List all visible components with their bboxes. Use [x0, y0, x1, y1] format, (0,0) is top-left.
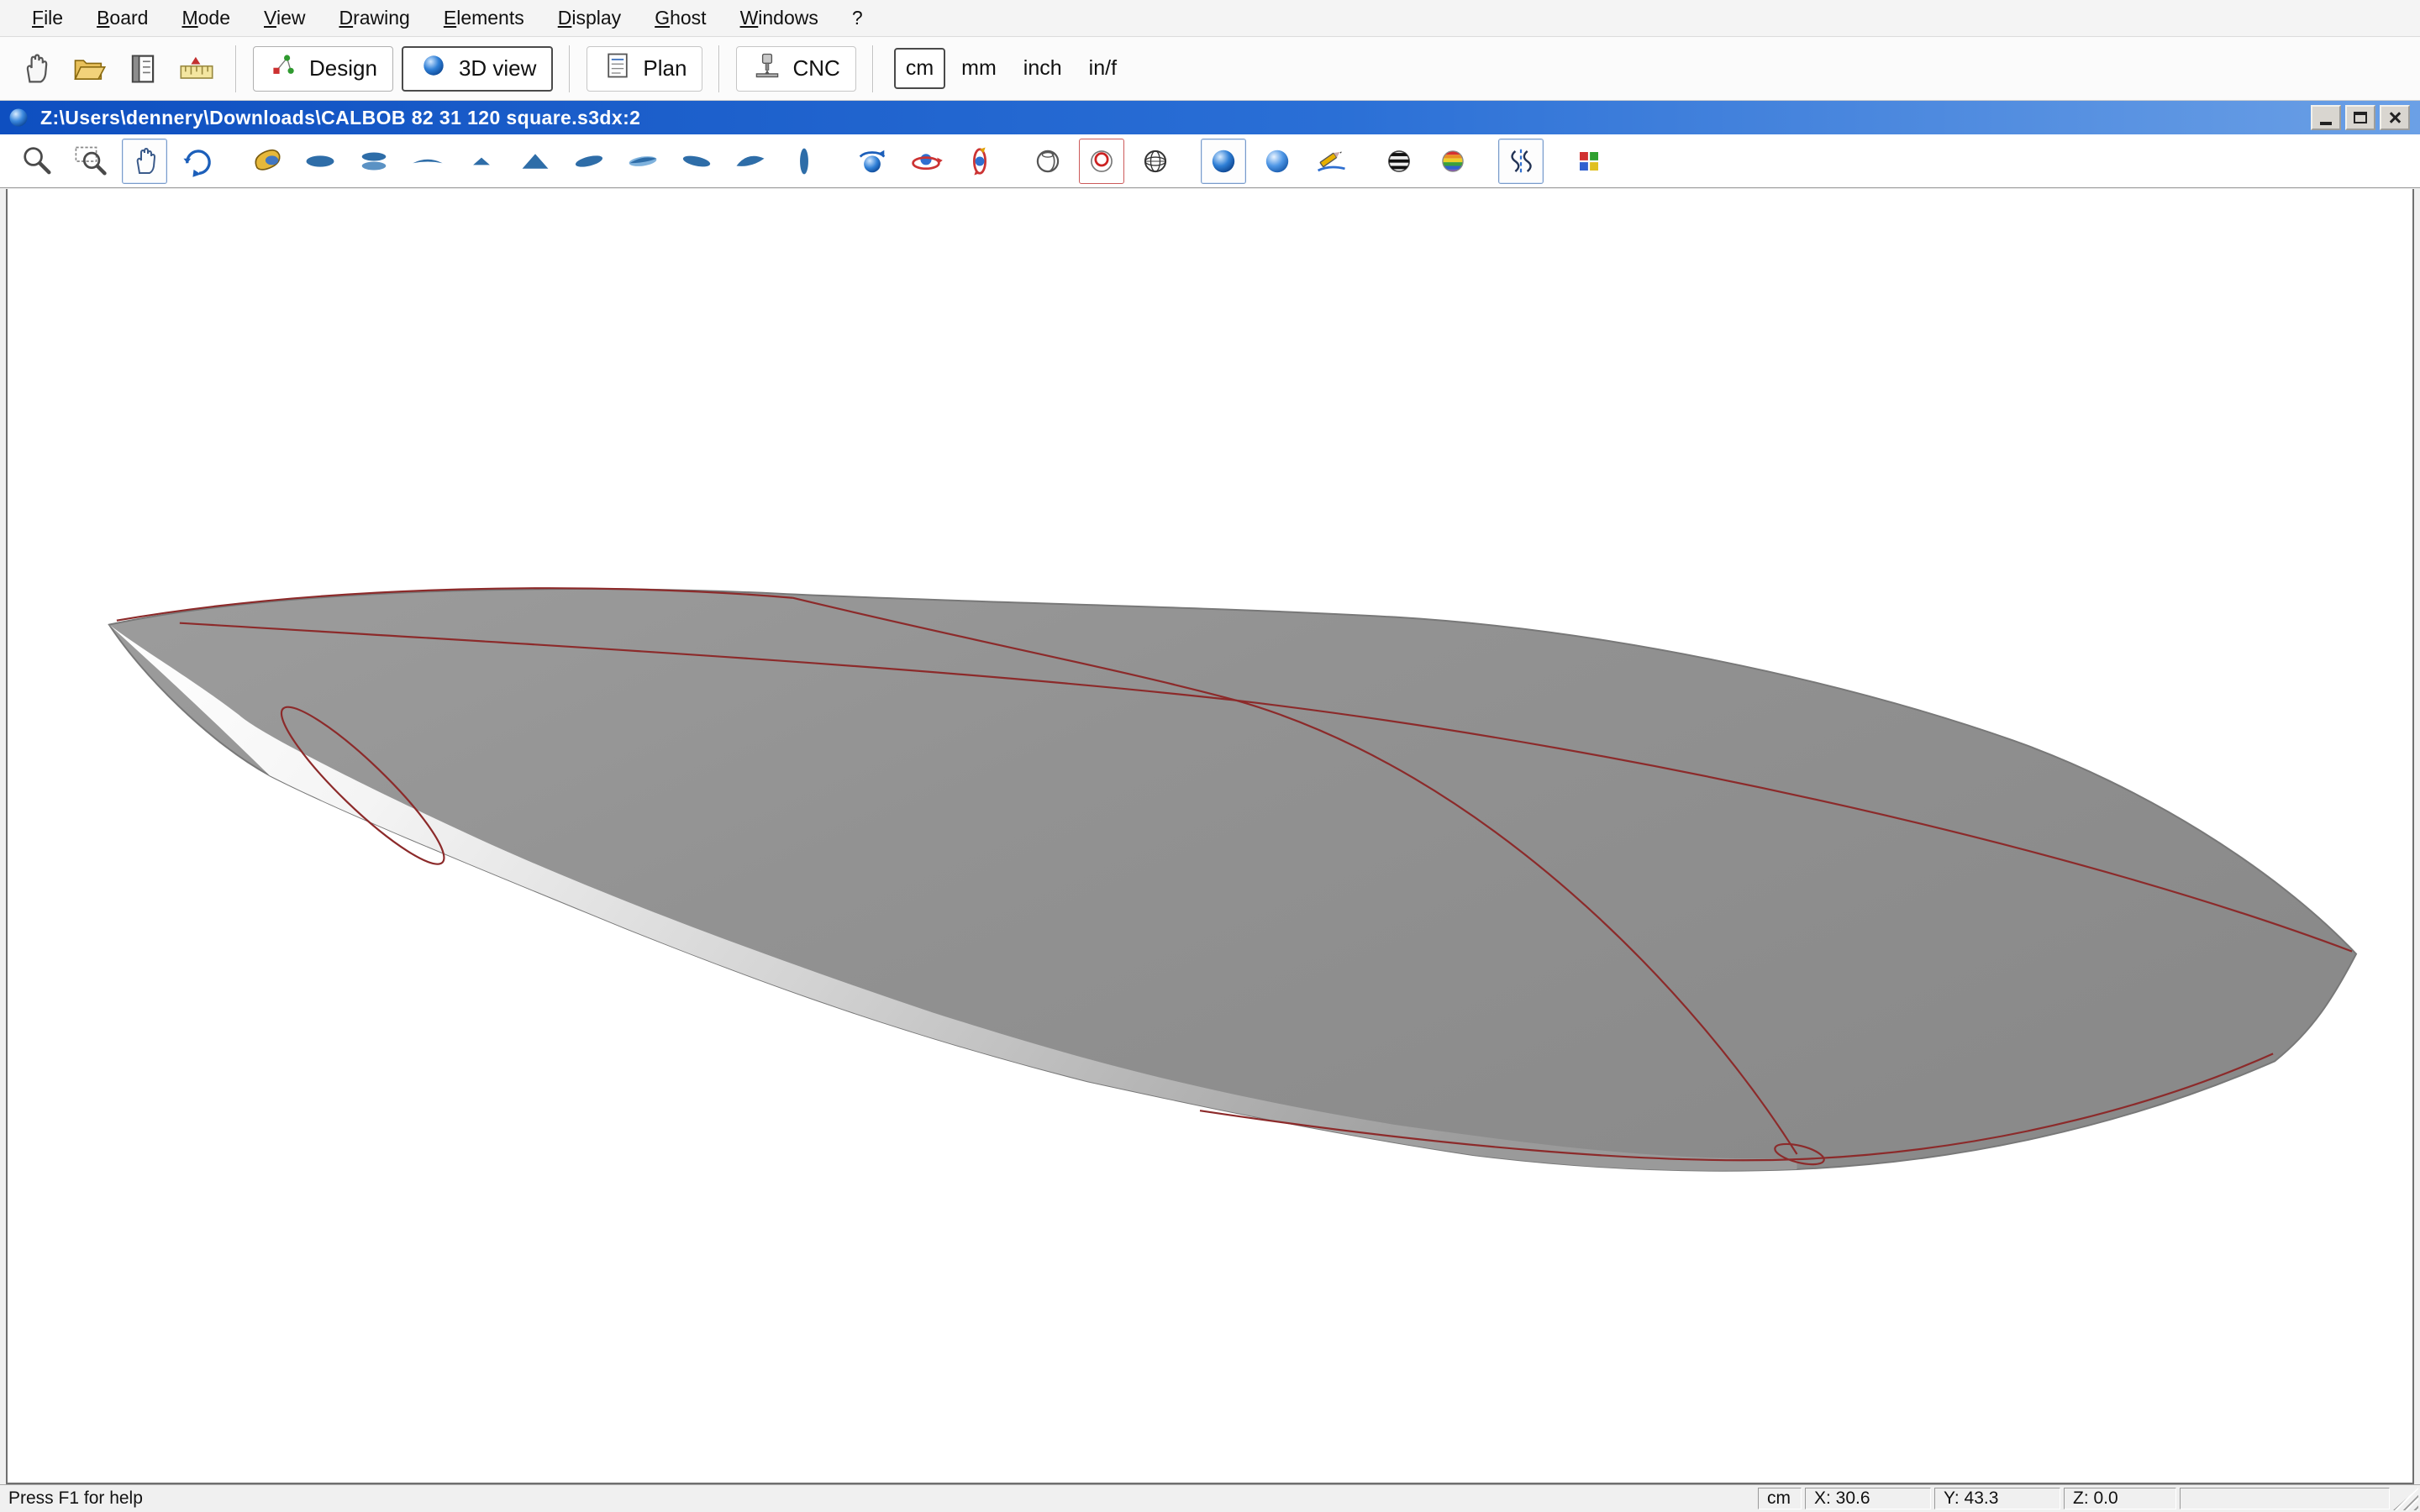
view-flip-icon[interactable]: [620, 139, 666, 184]
menu-drawing[interactable]: Drawing: [322, 3, 426, 33]
toolbar-separator: [718, 45, 720, 92]
plan-document-icon: [602, 50, 633, 87]
design-molecule-icon: [269, 50, 299, 87]
board-3d-render: [8, 189, 2412, 1483]
cross-section-large-icon[interactable]: [513, 139, 558, 184]
view-perspective-icon[interactable]: [728, 139, 773, 184]
wireframe-globe-icon[interactable]: [1133, 139, 1178, 184]
hand-tool-icon[interactable]: [10, 44, 60, 94]
unit-mm-button[interactable]: mm: [950, 49, 1007, 88]
sketch-pencil-icon[interactable]: [1308, 139, 1354, 184]
design-mode-button[interactable]: Design: [253, 46, 393, 92]
status-empty-box: [2180, 1488, 2390, 1509]
menu-bar: File Board Mode View Drawing Elements Di…: [0, 0, 2420, 37]
view-tilt-right-icon[interactable]: [674, 139, 719, 184]
render-stripes-icon[interactable]: [1376, 139, 1422, 184]
status-unit: cm: [1758, 1488, 1802, 1509]
maximize-icon: [2354, 112, 2367, 123]
cnc-mode-label: CNC: [792, 55, 839, 81]
resize-grip-icon[interactable]: [2393, 1488, 2418, 1510]
menu-file[interactable]: File: [15, 3, 80, 33]
cnc-machine-icon: [752, 50, 782, 87]
color-quads-icon[interactable]: [1566, 139, 1612, 184]
document-title: Z:\Users\dennery\Downloads\CALBOB 82 31 …: [40, 107, 640, 129]
main-toolbar: Design 3D view Plan CNC cm mm inch in/f: [0, 37, 2420, 101]
open-folder-icon[interactable]: [64, 44, 114, 94]
rotate-axis-horizontal-icon[interactable]: [957, 139, 1002, 184]
render-rainbow-icon[interactable]: [1430, 139, 1476, 184]
view3d-mode-label: 3D view: [459, 55, 536, 81]
unit-cm-button[interactable]: cm: [894, 48, 945, 89]
board-3d-icon[interactable]: [244, 139, 289, 184]
unit-group: cm mm inch in/f: [894, 48, 1128, 89]
flow-lines-icon[interactable]: [1498, 139, 1544, 184]
sphere-red-ring-icon[interactable]: [1079, 139, 1124, 184]
board-deck-surface[interactable]: [109, 589, 2356, 1171]
plan-mode-label: Plan: [643, 55, 687, 81]
status-y-coordinate: Y: 43.3: [1934, 1488, 2060, 1509]
save-icon[interactable]: [118, 44, 168, 94]
unit-inf-button[interactable]: in/f: [1078, 49, 1128, 88]
pan-hand-icon[interactable]: [122, 139, 167, 184]
menu-board[interactable]: Board: [80, 3, 165, 33]
minimize-button[interactable]: [2311, 105, 2341, 130]
rotate-view-icon[interactable]: [176, 139, 221, 184]
design-mode-label: Design: [309, 55, 377, 81]
minimize-icon: [2320, 122, 2332, 125]
view3d-mode-button[interactable]: 3D view: [402, 46, 553, 92]
outline-top-view-icon[interactable]: [297, 139, 343, 184]
menu-ghost[interactable]: Ghost: [638, 3, 723, 33]
unit-inch-button[interactable]: inch: [1013, 49, 1073, 88]
toolbar-separator: [569, 45, 571, 92]
sphere-3d-icon: [418, 50, 449, 87]
toolbar-separator: [872, 45, 874, 92]
board-3d-canvas[interactable]: [6, 189, 2414, 1484]
status-bar: Press F1 for help cm X: 30.6 Y: 43.3 Z: …: [0, 1484, 2420, 1512]
status-z-coordinate: Z: 0.0: [2064, 1488, 2176, 1509]
measure-ruler-icon[interactable]: [171, 44, 222, 94]
status-help-text: Press F1 for help: [0, 1485, 143, 1512]
menu-help[interactable]: ?: [835, 3, 880, 33]
menu-display[interactable]: Display: [541, 3, 638, 33]
zoom-icon[interactable]: [14, 139, 60, 184]
view-tilt-left-icon[interactable]: [566, 139, 612, 184]
rotate-sphere-icon[interactable]: [850, 139, 895, 184]
view-vertical-icon[interactable]: [781, 139, 827, 184]
document-sphere-icon: [7, 106, 30, 129]
render-smooth-sphere-icon[interactable]: [1255, 139, 1300, 184]
render-solid-sphere-icon[interactable]: [1201, 139, 1246, 184]
cnc-mode-button[interactable]: CNC: [736, 46, 855, 92]
window-controls: [2311, 105, 2413, 130]
cross-section-small-icon[interactable]: [459, 139, 504, 184]
maximize-button[interactable]: [2345, 105, 2375, 130]
toolbar-separator: [235, 45, 237, 92]
document-titlebar[interactable]: Z:\Users\dennery\Downloads\CALBOB 82 31 …: [0, 101, 2420, 134]
outline-double-view-icon[interactable]: [351, 139, 397, 184]
menu-elements[interactable]: Elements: [427, 3, 541, 33]
rotate-axis-vertical-icon[interactable]: [903, 139, 949, 184]
zoom-window-icon[interactable]: [68, 139, 113, 184]
plan-mode-button[interactable]: Plan: [587, 46, 702, 92]
menu-mode[interactable]: Mode: [165, 3, 247, 33]
profile-view-icon[interactable]: [405, 139, 450, 184]
menu-windows[interactable]: Windows: [723, 3, 835, 33]
view-toolbar: [0, 134, 2420, 188]
close-icon: [2388, 111, 2402, 124]
close-button[interactable]: [2380, 105, 2410, 130]
menu-view[interactable]: View: [247, 3, 322, 33]
status-right: cm X: 30.6 Y: 43.3 Z: 0.0: [1756, 1485, 2420, 1512]
sphere-meridian-icon[interactable]: [1025, 139, 1071, 184]
status-x-coordinate: X: 30.6: [1805, 1488, 1931, 1509]
